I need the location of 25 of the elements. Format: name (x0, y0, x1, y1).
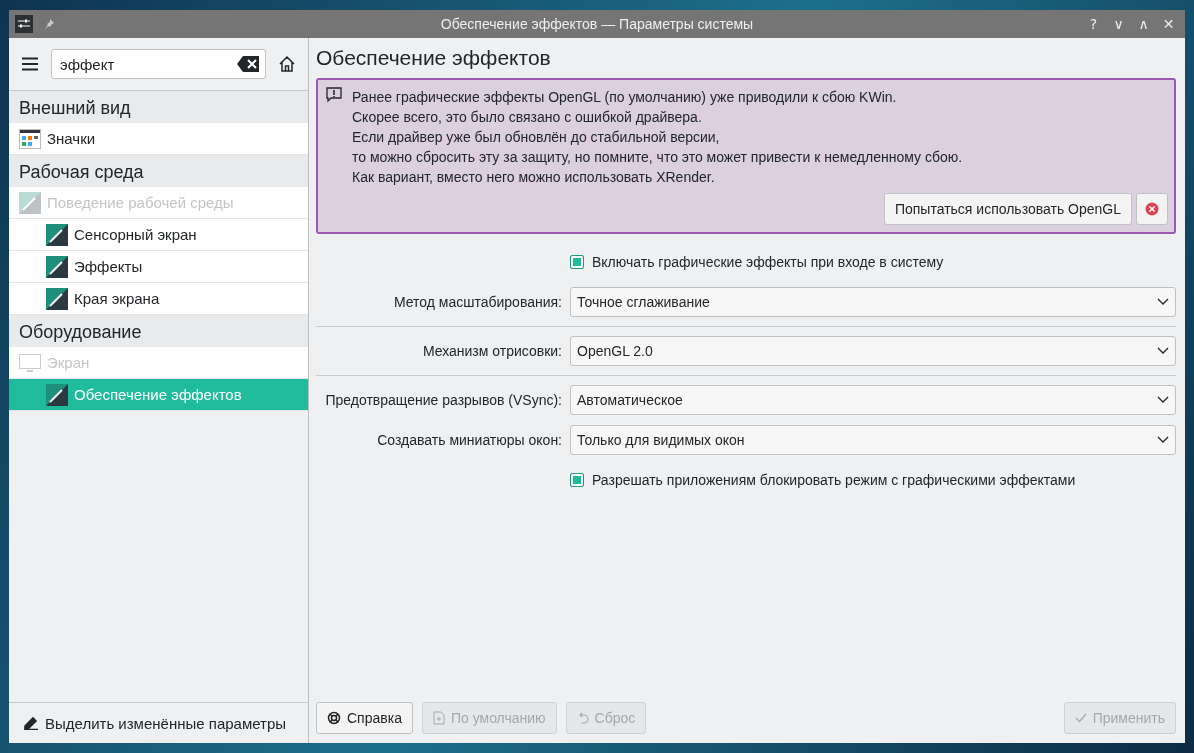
window-control[interactable]: ? (1083, 16, 1104, 32)
warning-message: Ранее графические эффекты OpenGL (по умолчанию) уже приводили к сбою KWin. Скорее всего, это было связано с ошибкой драйвера. Если драйвер уже был обновлён до стабильной версии, то можно сбросить эту за защиту, но помните, что это может привести к немедленному сбою. Как вариант, вместо него можно использовать XRender. (352, 88, 963, 187)
dropdown[interactable]: Автоматическое (570, 385, 1176, 415)
window-control[interactable]: ∨ (1108, 16, 1129, 32)
field-label: Создавать миниатюры окон: (377, 432, 562, 448)
help-button[interactable]: Справка (316, 702, 413, 734)
dropdown[interactable]: Только для видимых окон (570, 425, 1176, 455)
window-control[interactable]: ✕ (1158, 16, 1179, 32)
checkbox-label: Разрешать приложениям блокировать режим с графическими эффектами (592, 472, 1076, 488)
window-title: Обеспечение эффектов — Параметры системы (440, 16, 754, 32)
dropdown[interactable]: Точное сглаживание (570, 287, 1176, 317)
search-field[interactable]: эффект (51, 49, 266, 79)
try-opengl-button[interactable]: Попытаться использовать OpenGL (883, 193, 1132, 225)
highlight-changes-button[interactable]: Выделить изменённые параметры (17, 710, 293, 736)
sidebar-item[interactable]: Значки (9, 123, 308, 155)
checkbox-label: Включать графические эффекты при входе в систему (592, 254, 944, 270)
category-header: Рабочая среда (9, 155, 308, 187)
category-header: Оборудование (9, 315, 308, 347)
page-title: Обеспечение эффектов (316, 46, 552, 70)
field-label: Метод масштабирования: (393, 294, 562, 310)
field-label: Механизм отрисовки: (422, 343, 562, 359)
window-control[interactable]: ∧ (1133, 16, 1154, 32)
category-header: Внешний вид (9, 91, 308, 123)
dropdown[interactable]: OpenGL 2.0 (570, 336, 1176, 366)
field-label: Предотвращение разрывов (VSync): (325, 392, 562, 408)
